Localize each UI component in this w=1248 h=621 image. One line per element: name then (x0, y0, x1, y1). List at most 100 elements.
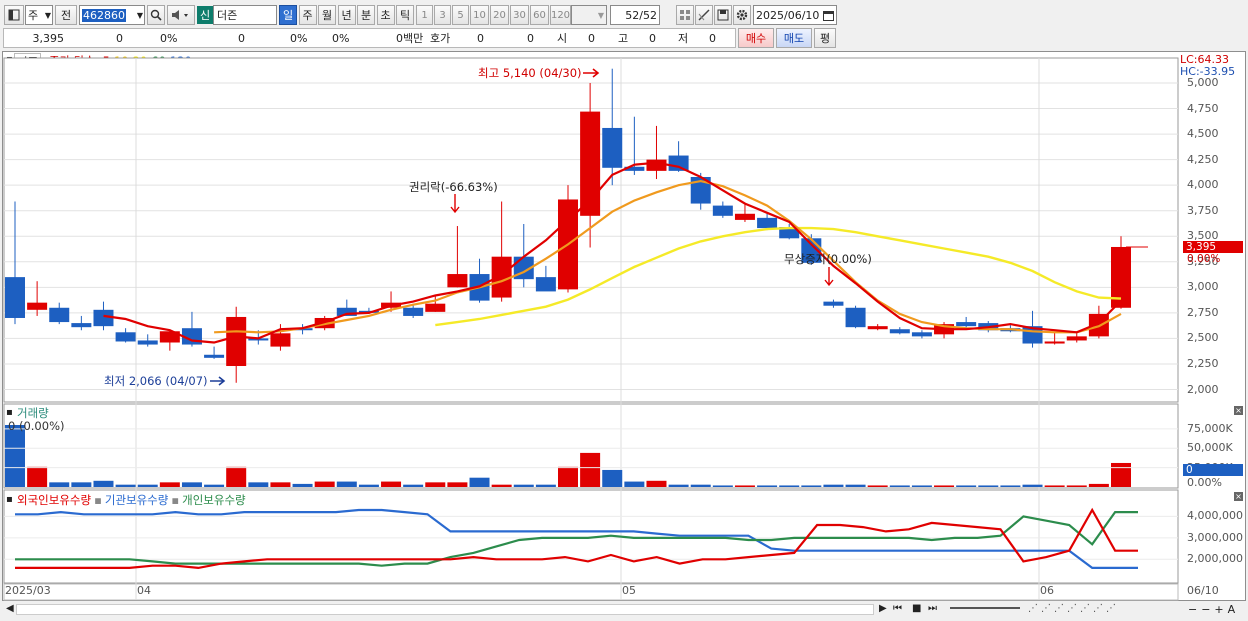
price-panel-bg (3, 57, 1179, 403)
volume-sub-value: 0 (0.00%) (8, 419, 65, 433)
price-tick-label: 2,000 (1187, 382, 1219, 396)
legend-separator-icon: ▪ (94, 493, 102, 507)
volume-pct-tick: 0.00% (1187, 476, 1222, 489)
volume-bar (425, 482, 446, 487)
candle (425, 303, 446, 312)
holdings-tick-label: 2,000,000 (1187, 552, 1243, 566)
holdings-tick-label: 3,000,000 (1187, 530, 1243, 544)
candle (204, 354, 225, 358)
volume-bar (1022, 484, 1043, 487)
panel-expand-icon[interactable]: ▪ (6, 494, 13, 505)
volume-bar (823, 484, 844, 487)
price-tick-label: 2,250 (1187, 356, 1219, 370)
candle (845, 307, 866, 328)
volume-bar (403, 484, 424, 487)
volume-bar (1044, 485, 1065, 487)
candle (5, 277, 25, 318)
candle (734, 213, 755, 220)
close-icon[interactable]: × (1234, 406, 1243, 415)
last-page-icon[interactable]: ⏭ (928, 603, 937, 614)
candle (49, 307, 70, 323)
stop-icon[interactable]: ■ (912, 603, 921, 614)
draw-tools-icon[interactable]: ⋰⋰⋰⋰⋰⋰⋰ (1028, 603, 1119, 614)
volume-bar (381, 481, 402, 487)
volume-tick-label: 50,000K (1187, 441, 1233, 455)
volume-tick-label: 75,000K (1187, 421, 1233, 435)
volume-bar (314, 481, 335, 487)
time-tick-label: 05 (622, 584, 636, 597)
volume-bar (602, 469, 623, 487)
volume-bar (491, 484, 512, 487)
first-page-icon[interactable]: ⏮ (893, 603, 902, 614)
candle (535, 277, 556, 292)
ex-rights-annotation: 권리락(-66.63%) (409, 180, 498, 194)
volume-bar (558, 466, 578, 487)
close-icon[interactable]: × (1234, 492, 1243, 501)
volume-bar (93, 480, 114, 487)
time-tick-label: 06/10 (1187, 584, 1219, 597)
volume-bar (248, 482, 269, 487)
volume-bar (801, 485, 822, 487)
volume-bar (115, 484, 136, 487)
time-tick-label: 06 (1040, 584, 1054, 597)
volume-bar (779, 485, 800, 487)
candle (403, 307, 424, 316)
zoom-slider[interactable] (950, 607, 1020, 609)
legend-separator-icon: ▪ (171, 493, 180, 507)
volume-bar (1000, 485, 1021, 487)
volume-bar (668, 484, 689, 487)
holdings-legend: 외국인보유수량 ▪ 기관보유수량 ▪ 개인보유수량 (17, 492, 246, 508)
price-tick-label: 4,250 (1187, 152, 1219, 166)
current-pct-badge: 0.00% (1187, 253, 1221, 265)
holdings-legend-item[interactable]: 개인보유수량 (182, 493, 245, 507)
volume-bar (181, 482, 202, 487)
volume-bar (226, 466, 247, 487)
volume-bar (1066, 485, 1087, 487)
volume-bar (5, 425, 25, 487)
volume-bar (624, 481, 645, 487)
panel-expand-icon[interactable]: ▪ (6, 407, 13, 418)
volume-bar (978, 485, 999, 487)
hc-label: HC:-33.95 (1180, 65, 1236, 78)
candle (270, 333, 291, 347)
scrollbar-track[interactable] (16, 604, 874, 615)
zoom-controls[interactable]: −−+A (1188, 603, 1239, 616)
candle (137, 340, 158, 345)
volume-bar (580, 452, 601, 487)
volume-bar (845, 484, 866, 487)
volume-bar (934, 485, 955, 487)
candle (27, 302, 48, 310)
volume-bar (712, 485, 733, 487)
candle (226, 316, 247, 367)
current-price-badge: 3,395 (1183, 241, 1243, 253)
candle (1066, 336, 1087, 341)
candle (956, 322, 977, 327)
volume-bar (336, 481, 357, 487)
time-tick-label: 2025/03 (5, 584, 51, 597)
candle (668, 155, 689, 171)
candle (115, 332, 136, 342)
volume-bar (757, 485, 778, 487)
volume-bar (867, 485, 888, 487)
candle (602, 127, 623, 168)
price-tick-label: 3,750 (1187, 203, 1219, 217)
volume-bar (204, 484, 225, 487)
scroll-right-icon[interactable]: ▶ (879, 603, 887, 614)
scroll-left-icon[interactable]: ◀ (6, 603, 14, 614)
volume-bar (535, 484, 556, 487)
price-tick-label: 3,000 (1187, 280, 1219, 294)
volume-bar (911, 485, 932, 487)
price-tick-label: 4,000 (1187, 178, 1219, 192)
holdings-legend-item[interactable]: 기관보유수량 (105, 493, 168, 507)
volume-bar (1111, 462, 1131, 487)
candle (911, 332, 932, 337)
candle (823, 301, 844, 306)
price-tick-label: 2,500 (1187, 331, 1219, 345)
candle (1044, 341, 1065, 344)
volume-bar (270, 482, 291, 487)
candle (712, 205, 733, 216)
candle (867, 326, 888, 330)
holdings-legend-item[interactable]: 외국인보유수량 (17, 493, 91, 507)
chart-canvas[interactable] (0, 0, 1248, 621)
volume-bar (49, 482, 70, 487)
